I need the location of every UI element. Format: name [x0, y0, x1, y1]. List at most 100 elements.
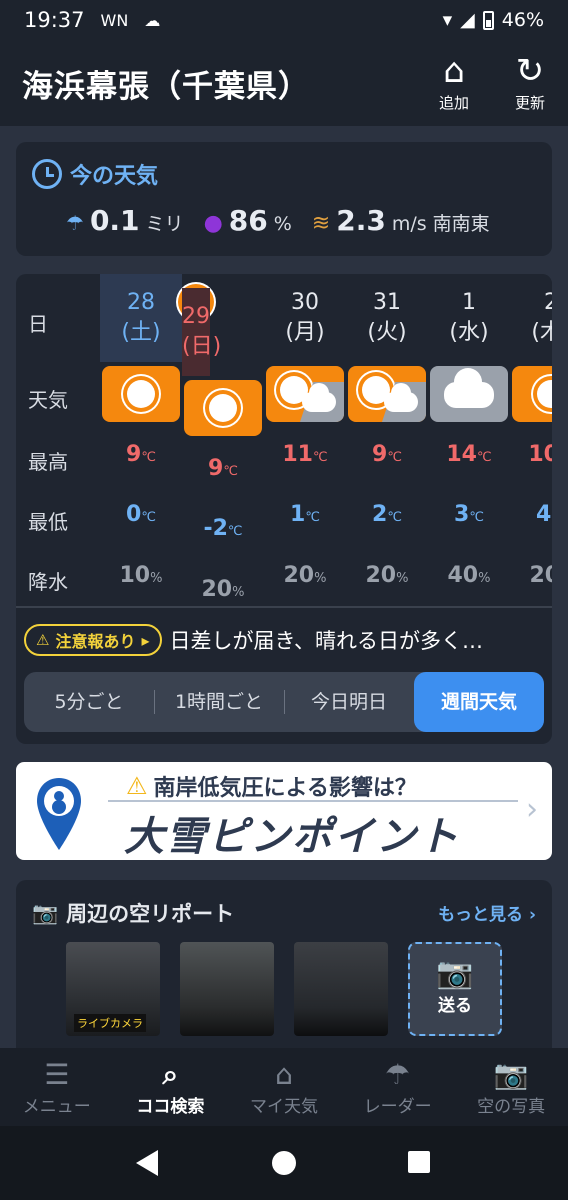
live-camera-caption: ライブカメラ: [74, 1014, 146, 1032]
forecast-day-header: 28 (土): [100, 274, 182, 362]
status-bar: 19:37 WN ☁ ▾ ◢ 46%: [0, 0, 568, 40]
forecast-date: 31: [373, 290, 401, 315]
nav-radar[interactable]: ☂ レーダー: [341, 1048, 455, 1126]
nav-my-weather[interactable]: ⌂ マイ天気: [227, 1048, 341, 1126]
heavy-snow-banner[interactable]: ⚠ 南岸低気圧による影響は？ 大雪ピンポイント ›: [16, 762, 552, 860]
forecast-day[interactable]: 31 (火) 9℃ 2℃ 20%: [346, 274, 428, 608]
add-location-button[interactable]: ⌂ 追加: [424, 50, 484, 113]
banner-line1: 南岸低気圧による影響は？: [153, 776, 417, 801]
forecast-day-header: 1 (水): [428, 274, 510, 362]
forecast-high-value: 9: [208, 456, 224, 481]
forecast-high-value: 11: [282, 442, 313, 467]
nav-sky-photo-label: 空の写真: [477, 1097, 546, 1117]
forecast-day-header: 31 (火): [346, 274, 428, 362]
system-nav-bar: [0, 1126, 568, 1200]
sky-photo-thumbnail[interactable]: [294, 942, 388, 1036]
wind-unit: m/s: [391, 213, 427, 235]
refresh-button[interactable]: ↻ 更新: [500, 50, 560, 113]
tab-today-tomorrow[interactable]: 今日明日: [284, 672, 414, 732]
nav-my-weather-label: マイ天気: [249, 1097, 318, 1117]
home-button-icon[interactable]: [272, 1151, 296, 1175]
add-label: 追加: [438, 94, 469, 112]
forecast-day-header: 30 (月): [264, 274, 346, 362]
cloud-notification-icon: ☁: [144, 10, 161, 30]
forecast-high: 9℃: [182, 456, 264, 481]
forecast-precip-value: 20: [201, 577, 233, 602]
wind-value: 2.3: [336, 204, 386, 237]
forecast-low-value: -2: [203, 516, 228, 541]
forecast-weekday: (日): [182, 334, 222, 359]
live-camera-thumbnail[interactable]: ライブカメラ: [66, 942, 160, 1036]
forecast-high-unit: ℃: [477, 450, 492, 465]
forecast-day[interactable]: 2(木)10℃4℃20%: [510, 274, 552, 608]
forecast-low-value: 3: [454, 502, 470, 527]
forecast-precip: 10%: [100, 563, 182, 588]
forecast-precip-value: 20: [365, 563, 397, 588]
chevron-right-icon: ▸: [141, 630, 150, 650]
recent-apps-icon[interactable]: [408, 1151, 430, 1173]
forecast-day[interactable]: 1 (水) 14℃ 3℃ 40%: [428, 274, 510, 608]
tab-weekly[interactable]: 週間天気: [414, 672, 544, 732]
status-right: ▾ ◢ 46%: [443, 9, 544, 31]
forecast-high: 9℃: [100, 442, 182, 467]
signal-icon: ◢: [460, 9, 475, 31]
forecast-low: 3℃: [428, 502, 510, 527]
forecast-low-unit: ℃: [141, 510, 156, 525]
nav-menu-label: メニュー: [22, 1097, 91, 1117]
chevron-right-icon: ›: [526, 792, 538, 827]
nav-sky-photo[interactable]: 📷 空の写真: [454, 1048, 568, 1126]
sunny-icon: [102, 366, 180, 422]
forecast-low-unit: ℃: [469, 510, 484, 525]
forecast-low-value: 2: [372, 502, 388, 527]
forecast-precip: 20%: [182, 577, 264, 602]
forecast-high-unit: ℃: [313, 450, 328, 465]
nav-menu[interactable]: ☰ メニュー: [0, 1048, 114, 1126]
forecast-day[interactable]: 29 (日) 9℃ -2℃ 20%: [182, 288, 262, 602]
sky-photo-thumbnail[interactable]: [180, 942, 274, 1036]
search-icon: ⌕: [162, 1058, 179, 1091]
forecast-day[interactable]: 28 (土) 9℃ 0℃ 10%: [100, 274, 182, 608]
tab-5min[interactable]: 5分ごと: [24, 672, 154, 732]
forecast-precip-unit: %: [150, 571, 163, 586]
forecast-precip-value: 10: [119, 563, 151, 588]
banner-divider: [108, 800, 518, 802]
tab-hourly[interactable]: 1時間ごと: [154, 672, 284, 732]
see-more-link[interactable]: もっと見る ›: [438, 900, 536, 925]
forecast-precip-unit: %: [478, 571, 491, 586]
humidity-unit: %: [273, 213, 292, 235]
alert-row[interactable]: ⚠ 注意報あり ▸ 日差しが届き、晴れる日が多く…: [24, 624, 483, 656]
alert-badge[interactable]: ⚠ 注意報あり ▸: [24, 624, 162, 656]
forecast-high: 14℃: [428, 442, 510, 467]
forecast-precip: 40%: [428, 563, 510, 588]
forecast-date: 2: [544, 290, 552, 315]
forecast-date: 29: [182, 304, 210, 329]
clock-icon: [32, 159, 62, 189]
forecast-date: 28: [127, 290, 155, 315]
send-photo-button[interactable]: 📷 送る: [408, 942, 502, 1036]
current-weather-card[interactable]: 今の天気 ☂ 0.1 ミリ ● 86 % ≋ 2.3 m/s 南南東: [16, 142, 552, 256]
rain-icon: ☂: [66, 211, 84, 235]
forecast-days[interactable]: 28 (土) 9℃ 0℃ 10% 29 (日) 9℃ -2℃ 20% 30 (月) 11℃ 1℃ 20% 31…: [100, 274, 552, 608]
nav-search[interactable]: ⌕ ココ検索: [114, 1048, 228, 1126]
row-label-weather: 天気: [28, 388, 68, 412]
rain-unit: ミリ: [145, 213, 184, 235]
forecast-precip-unit: %: [396, 571, 409, 586]
sky-report-label: 周辺の空リポート: [66, 902, 235, 926]
forecast-low: 2℃: [346, 502, 428, 527]
forecast-weekday: (土): [121, 320, 161, 345]
bottom-nav: ☰ メニュー ⌕ ココ検索 ⌂ マイ天気 ☂ レーダー 📷 空の写真: [0, 1048, 568, 1126]
location-title: 海浜幕張（千葉県）: [22, 68, 310, 105]
warning-icon: ⚠: [36, 631, 50, 649]
row-label-low: 最低: [28, 510, 68, 534]
forecast-precip-value: 20: [283, 563, 315, 588]
forecast-day[interactable]: 30 (月) 11℃ 1℃ 20%: [264, 274, 346, 608]
forecast-tabs: 5分ごと 1時間ごと 今日明日 週間天気: [24, 672, 544, 732]
warning-icon: ⚠: [126, 772, 148, 800]
divider: [16, 606, 552, 608]
row-label-high: 最高: [28, 450, 68, 474]
camera-icon: 📷: [32, 900, 59, 925]
forecast-high-value: 14: [446, 442, 477, 467]
forecast-low-unit: ℃: [305, 510, 320, 525]
back-icon[interactable]: [136, 1150, 158, 1176]
forecast-low-value: 0: [126, 502, 142, 527]
